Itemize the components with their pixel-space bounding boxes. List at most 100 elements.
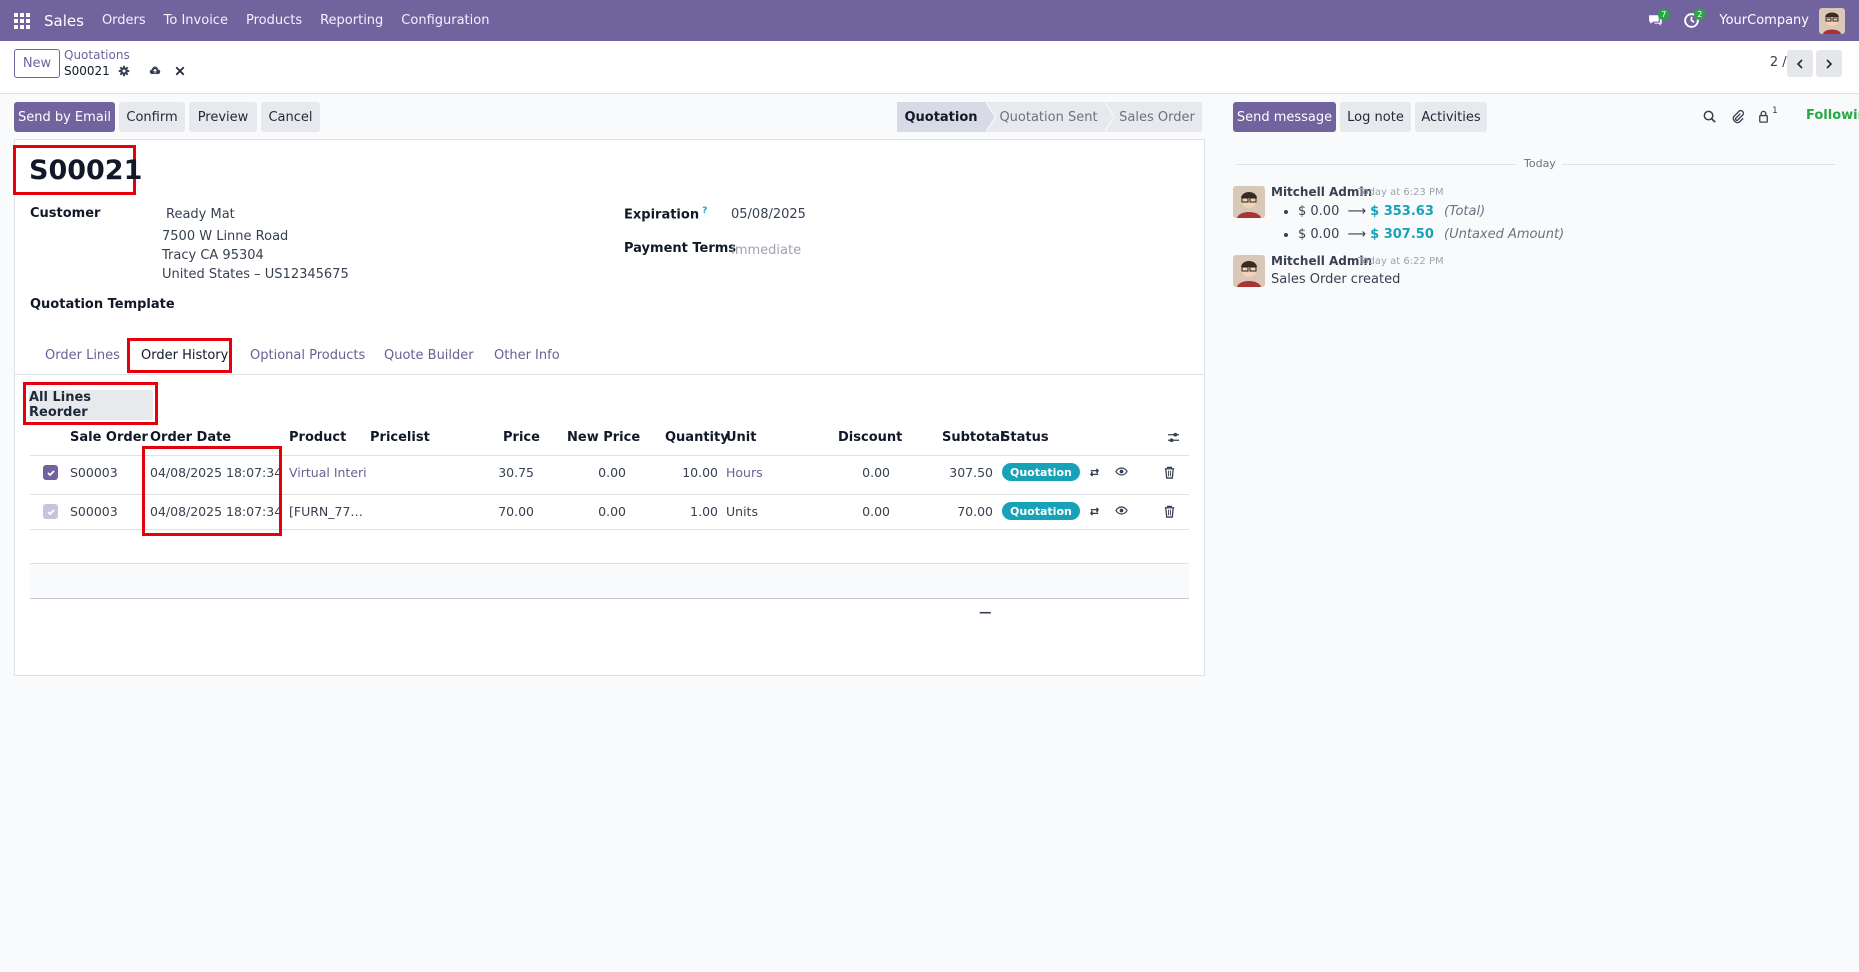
row-1-reorder-button[interactable] [1087,465,1101,479]
tab-quote-builder[interactable]: Quote Builder [384,348,474,363]
breadcrumb-current-label: S00021 [64,64,110,78]
row-1-new-price: 0.00 [598,465,626,480]
followers-button[interactable] [1755,108,1772,125]
app-menu-button[interactable] [0,0,44,41]
row-2-product[interactable]: [FURN_77… [289,504,366,519]
messaging-button[interactable]: 7 [1641,0,1670,41]
quotation-template-label: Quotation Template [30,297,175,312]
status-bar: Quotation Quotation Sent Sales Order [897,102,1202,132]
row-1-delete-button[interactable] [1162,465,1176,479]
tab-other-info[interactable]: Other Info [494,348,560,363]
row-1-discount: 0.00 [862,465,890,480]
customer-field[interactable]: Ready Mat [166,207,235,222]
col-sale-order[interactable]: Sale Order [70,430,148,445]
lock-icon [1759,110,1768,123]
message-1-author[interactable]: Mitchell Admin [1271,185,1372,199]
row-2-new-price: 0.00 [598,504,626,519]
col-product[interactable]: Product [289,430,346,445]
row-1-checkbox[interactable] [43,465,58,480]
breadcrumb-parent[interactable]: Quotations [64,48,130,62]
pager-next-button[interactable] [1816,50,1842,77]
check-icon [46,508,55,515]
stage-sales-order[interactable]: Sales Order [1104,102,1202,132]
user-avatar-icon [1819,7,1845,34]
tab-order-lines[interactable]: Order Lines [45,348,120,363]
message-1-time: Today at 6:23 PM [1358,187,1444,198]
activities-button[interactable]: 2 [1677,0,1706,41]
row-2-checkbox[interactable] [43,504,58,519]
tab-optional-products[interactable]: Optional Products [250,348,365,363]
apps-grid-icon [14,12,30,29]
row-2-subtotal: 70.00 [957,504,993,519]
discard-changes-button[interactable] [174,65,187,78]
row-1-product[interactable]: Virtual Interic [289,465,366,480]
row-2-view-button[interactable] [1114,503,1128,517]
col-order-date[interactable]: Order Date [150,430,231,445]
company-switcher[interactable]: YourCompany [1719,13,1809,28]
col-subtotal[interactable]: Subtotal [942,430,1005,445]
row-2-reorder-button[interactable] [1087,504,1101,518]
customer-label: Customer [30,206,101,221]
col-price[interactable]: Price [503,430,540,445]
expiration-label: Expiration? [624,206,707,222]
date-separator-line-right [1562,164,1835,165]
app-brand[interactable]: Sales [44,12,84,30]
following-toggle[interactable]: Following [1806,108,1859,123]
send-message-button[interactable]: Send message [1233,102,1336,132]
optional-columns-toggle[interactable] [1166,430,1180,444]
expiration-help-icon[interactable]: ? [702,206,707,216]
user-avatar[interactable] [1819,7,1845,34]
search-icon [1703,110,1716,123]
row-2-discount: 0.00 [862,504,890,519]
trash-icon [1164,505,1174,518]
row-1-unit[interactable]: Hours [726,465,763,480]
log-note-button[interactable]: Log note [1340,102,1411,132]
expiration-field[interactable]: 05/08/2025 [731,207,806,222]
col-new-price[interactable]: New Price [567,430,640,445]
pager-previous-button[interactable] [1787,50,1813,77]
menu-to-invoice[interactable]: To Invoice [164,13,228,28]
preview-button[interactable]: Preview [189,102,257,132]
menu-reporting[interactable]: Reporting [320,13,383,28]
row-1-view-button[interactable] [1114,464,1128,478]
payment-terms-field[interactable]: Immediate [731,243,801,258]
activities-button-chatter[interactable]: Activities [1415,102,1487,132]
customer-address-line-1: 7500 W Linne Road [162,229,289,244]
message-2-body: Sales Order created [1271,272,1401,287]
message-2-avatar[interactable] [1233,255,1265,287]
col-status[interactable]: Status [1001,430,1049,445]
highlight-tab-box [127,338,232,373]
stage-quotation[interactable]: Quotation [897,102,996,132]
retweet-icon [1089,506,1099,516]
date-separator: Today [1524,157,1556,170]
send-by-email-button[interactable]: Send by Email [14,102,115,132]
chatter-search-button[interactable] [1701,108,1718,125]
col-quantity[interactable]: Quantity [665,430,729,445]
user-avatar-icon [1233,255,1265,287]
col-discount[interactable]: Discount [838,430,902,445]
record-actions-gear[interactable] [118,65,131,78]
cancel-button[interactable]: Cancel [261,102,320,132]
save-record-button[interactable] [149,65,162,78]
col-unit[interactable]: Unit [726,430,756,445]
col-pricelist[interactable]: Pricelist [370,430,430,445]
change-2-field: (Untaxed Amount) [1444,227,1565,242]
row-2-delete-button[interactable] [1162,504,1176,518]
stage-quotation-label: Quotation [904,109,978,125]
sliders-icon [1167,432,1179,442]
attachments-button[interactable] [1729,108,1746,125]
trash-icon [1164,466,1174,479]
menu-orders[interactable]: Orders [102,13,146,28]
menu-products[interactable]: Products [246,13,302,28]
confirm-button[interactable]: Confirm [119,102,185,132]
stage-quotation-sent[interactable]: Quotation Sent [985,102,1115,132]
message-2-author[interactable]: Mitchell Admin [1271,254,1372,268]
message-1-avatar[interactable] [1233,186,1265,218]
control-panel: New Quotations S00021 2 / 9 [0,41,1859,94]
row-1-price: 30.75 [498,465,534,480]
new-button[interactable]: New [14,49,60,78]
menu-configuration[interactable]: Configuration [401,13,489,28]
row-2-status-badge: Quotation [1002,502,1080,520]
chevron-right-icon [1826,58,1833,69]
customer-address-line-3: United States – US12345675 [162,267,349,282]
